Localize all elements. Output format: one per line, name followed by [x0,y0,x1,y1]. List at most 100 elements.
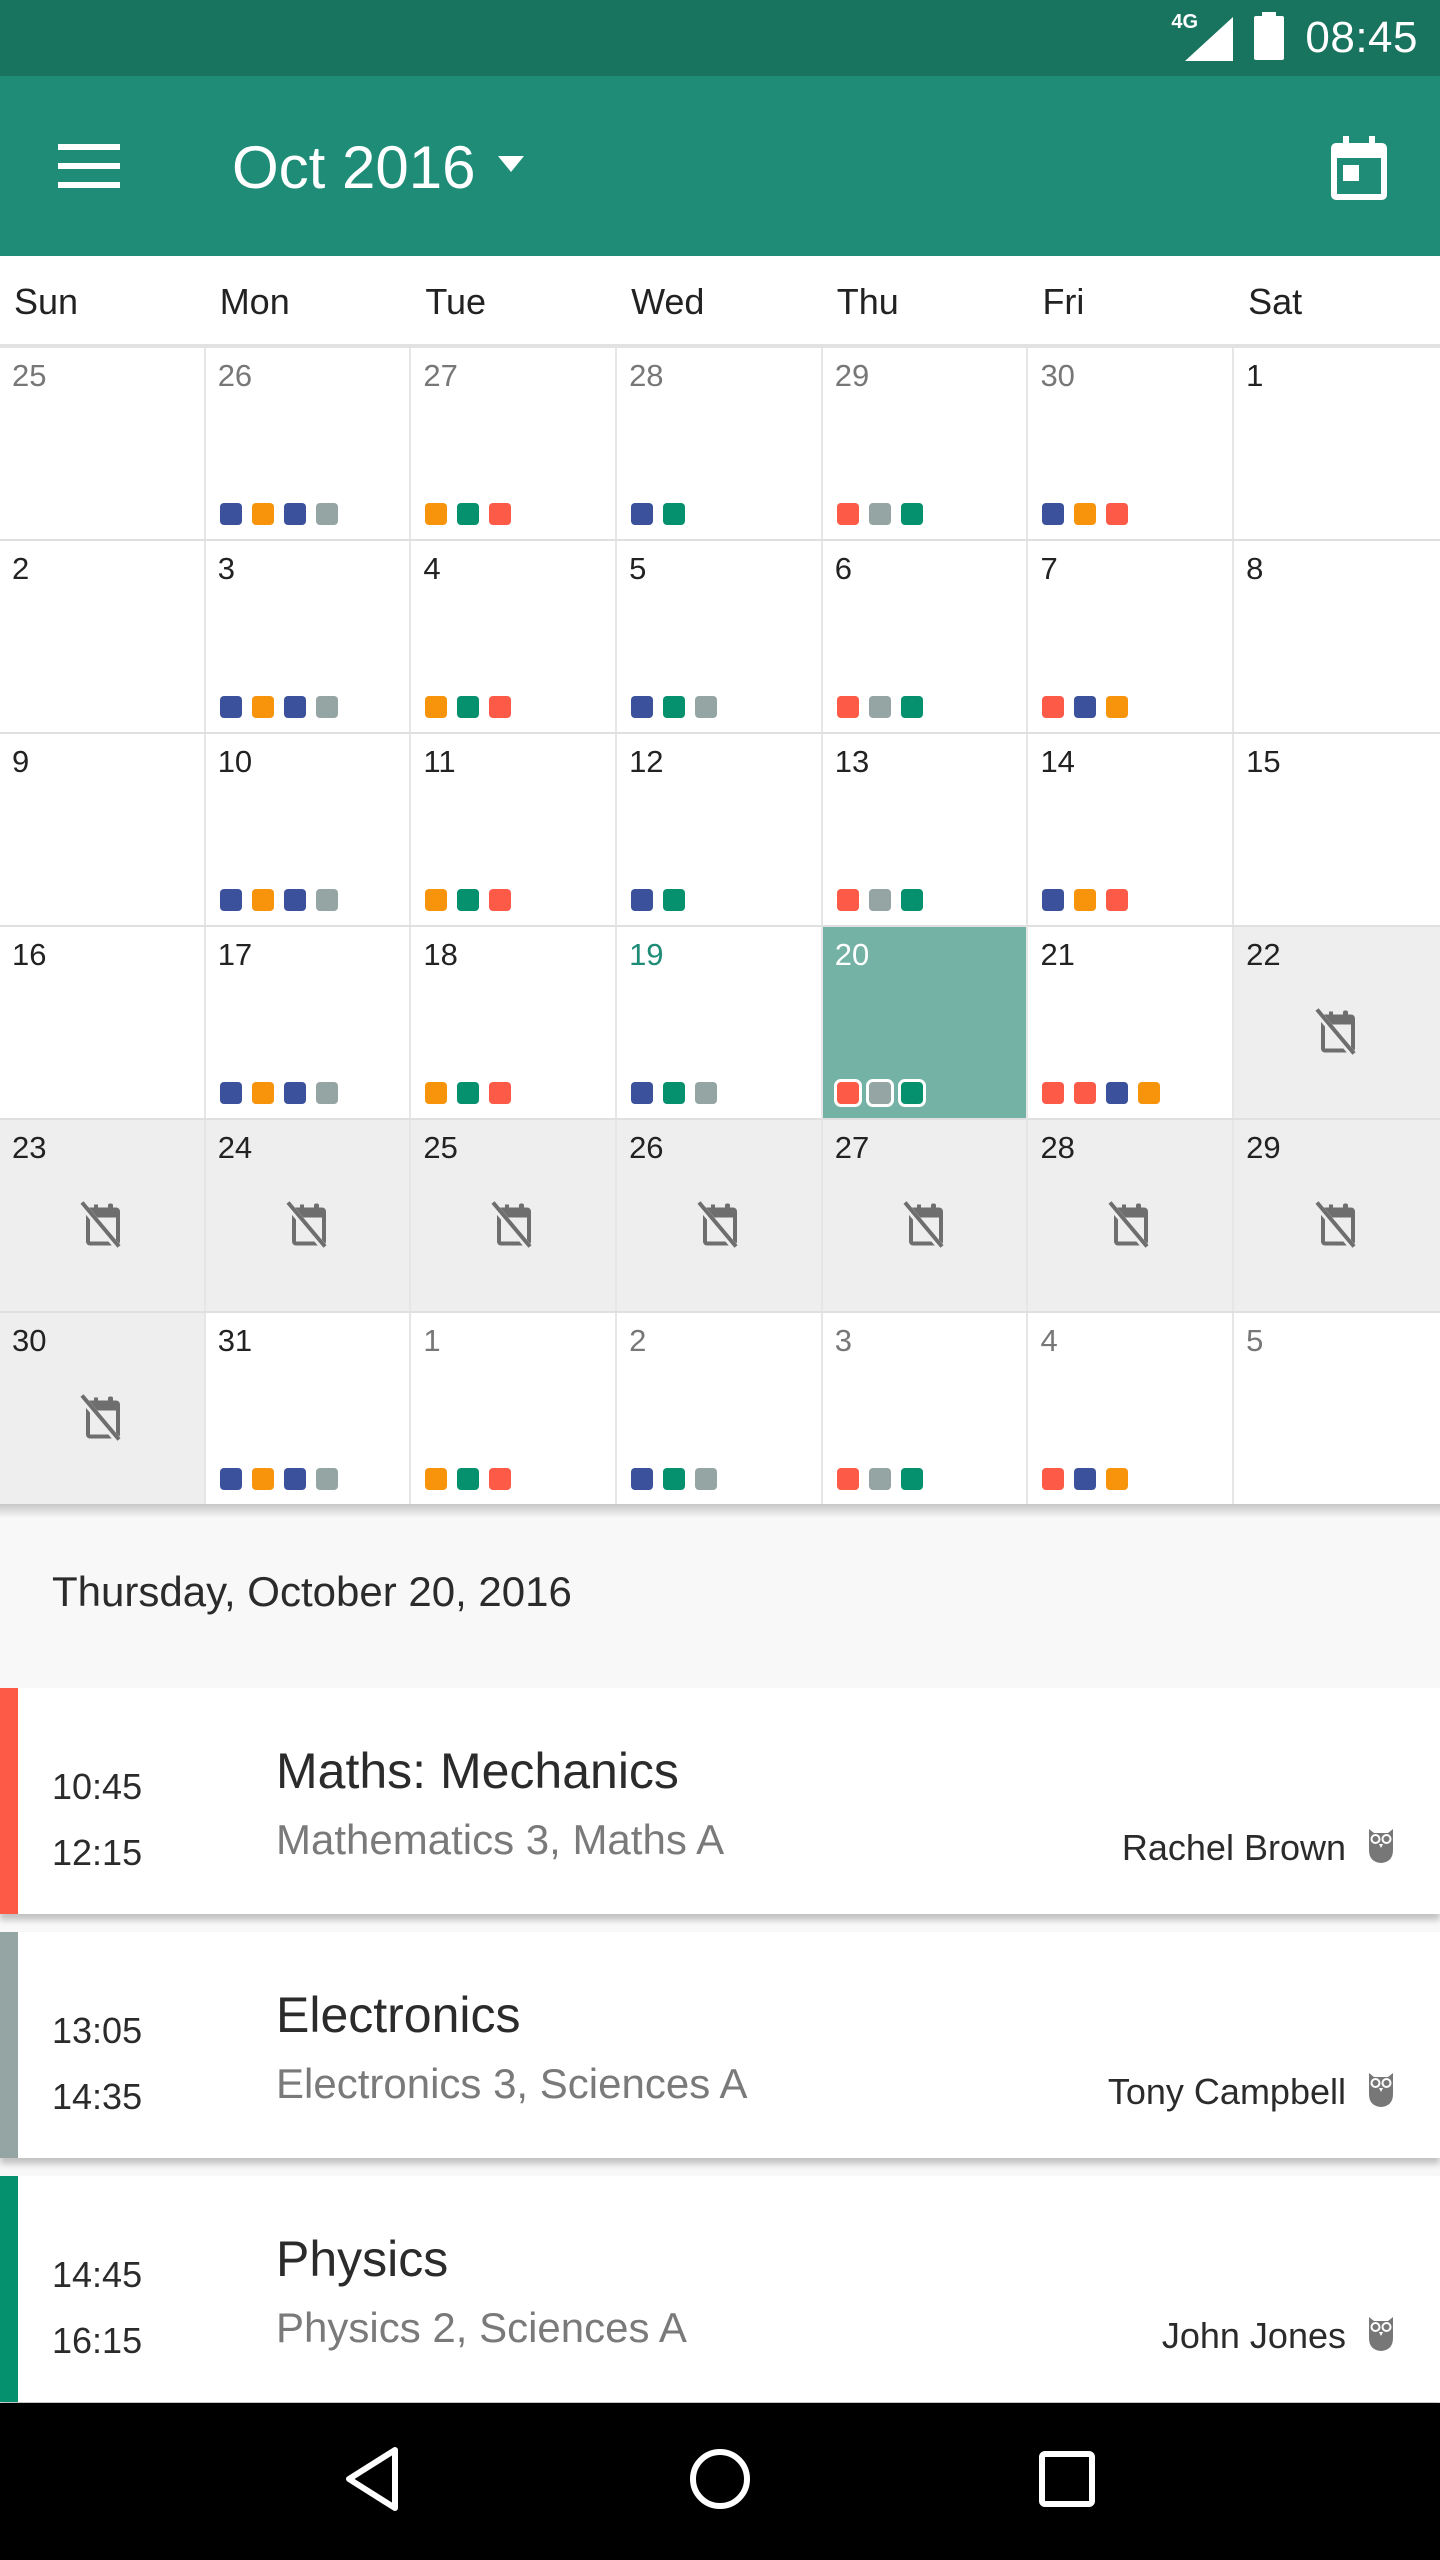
calendar-day-cell[interactable]: 6 [822,541,1029,732]
calendar-day-cell[interactable]: 5 [617,541,823,732]
calendar-day-cell[interactable]: 1 [1234,348,1440,539]
calendar-day-cell[interactable]: 25 [411,1120,618,1311]
event-dot-blue [219,696,242,718]
event-dot-teal [457,696,480,718]
calendar-day-cell[interactable]: 21 [1028,927,1235,1118]
calendar-day-cell[interactable]: 29 [1234,1120,1440,1311]
calendar-day-cell[interactable]: 25 [0,348,206,539]
calendar-day-cell[interactable]: 1 [411,1313,618,1504]
menu-button[interactable] [44,128,134,208]
calendar-day-cell[interactable]: 22 [1234,927,1440,1118]
calendar-week-row: 16 17 18 19 20 21 22 [0,927,1440,1120]
hamburger-menu-icon [58,143,120,193]
calendar-day-cell[interactable]: 23 [0,1120,206,1311]
day-number: 30 [1040,358,1075,393]
calendar-day-cell[interactable]: 29 [822,348,1029,539]
event-dot-orange [425,889,448,911]
event-dot-grey [695,1468,718,1490]
calendar-day-cell[interactable]: 3 [822,1313,1029,1504]
calendar-day-cell[interactable]: 4 [1028,1313,1235,1504]
calendar-day-cell[interactable]: 12 [617,734,823,925]
lesson-teacher: Tony Campbell [1108,2070,1396,2113]
calendar-day-cell[interactable]: 30 [1028,348,1235,539]
event-dot-grey [315,503,338,525]
calendar-day-cell[interactable]: 8 [1234,541,1440,732]
calendar-day-cell[interactable]: 27 [411,348,618,539]
battery-icon [1253,11,1285,65]
event-dot-blue [631,696,654,718]
calendar-day-cell[interactable]: 11 [411,734,618,925]
calendar-day-cell[interactable]: 28 [1028,1120,1235,1311]
event-dot-red [836,503,859,525]
event-dot-red [836,889,859,911]
calendar-day-cell[interactable]: 4 [411,541,618,732]
recents-button[interactable] [1012,2427,1122,2537]
calendar-day-cell[interactable]: 26 [617,1120,823,1311]
calendar-day-cell[interactable]: 20 [822,927,1029,1118]
back-button[interactable] [318,2427,428,2537]
calendar-day-cell[interactable]: 24 [205,1120,412,1311]
calendar-day-cell[interactable]: 16 [0,927,206,1118]
day-number: 19 [629,937,664,972]
calendar-day-cell[interactable]: 13 [822,734,1029,925]
lesson-group: Mathematics 3, Maths A [276,1816,725,1863]
day-number: 31 [217,1323,253,1358]
lesson-card[interactable]: 13:05 14:35 Electronics Electronics 3, Scie… [0,1932,1440,2158]
calendar-today-icon [1329,135,1389,207]
event-indicators [631,1082,718,1104]
event-dot-teal [900,1468,923,1490]
lesson-card[interactable]: 10:45 12:15 Maths: Mechanics Mathematics 3,… [0,1688,1440,1914]
calendar-day-cell[interactable]: 10 [205,734,412,925]
calendar-day-cell[interactable]: 9 [0,734,206,925]
owl-teacher-icon [1366,2314,1396,2357]
calendar-day-cell[interactable]: 2 [617,1313,823,1504]
no-events-icon [695,1199,743,1254]
home-button[interactable] [665,2427,775,2537]
lesson-card[interactable]: 14:45 16:15 Physics Physics 2, Sciences A Jo… [0,2176,1440,2402]
event-dot-grey [865,1079,894,1107]
calendar-day-cell[interactable]: 30 [0,1313,206,1504]
calendar-day-cell[interactable]: 31 [205,1313,412,1504]
event-dot-orange [251,1082,274,1104]
lesson-teacher: Rachel Brown [1122,1826,1396,1869]
calendar-day-cell[interactable]: 5 [1234,1313,1440,1504]
calendar-day-cell[interactable]: 18 [411,927,618,1118]
lesson-subject: Physics [276,2231,449,2287]
event-dot-orange [1074,503,1097,525]
event-dot-orange [1074,889,1097,911]
event-indicators [219,1082,338,1104]
weekday-label: Fri [1042,281,1085,322]
calendar-day-cell[interactable]: 17 [205,927,412,1118]
event-dot-grey [868,889,891,911]
event-dot-teal [457,1082,480,1104]
event-dot-grey [315,889,338,911]
month-selector[interactable]: Oct 2016 [232,132,524,202]
day-number: 29 [1246,1130,1281,1165]
owl-teacher-icon [1366,2070,1396,2113]
event-dot-teal [900,696,923,718]
event-dot-blue [283,889,306,911]
back-icon [345,2447,401,2516]
day-number: 21 [1040,937,1075,972]
go-to-today-button[interactable] [1314,126,1404,216]
lesson-group: Electronics 3, Sciences A [276,2060,748,2107]
lesson-subject: Electronics [276,1987,521,2043]
event-dot-red [1074,1082,1097,1104]
calendar-day-cell[interactable]: 7 [1028,541,1235,732]
calendar-day-cell[interactable]: 2 [0,541,206,732]
calendar-day-cell[interactable]: 26 [205,348,412,539]
calendar-day-cell[interactable]: 14 [1028,734,1235,925]
no-events-icon [78,1199,126,1254]
event-dot-blue [631,1082,654,1104]
calendar-day-cell[interactable]: 19 [617,927,823,1118]
calendar-day-cell[interactable]: 28 [617,348,823,539]
owl-teacher-icon [1366,1826,1396,1869]
event-indicators [425,889,512,911]
calendar-week-row: 25 26 27 28 29 30 1 [0,348,1440,541]
calendar-day-cell[interactable]: 15 [1234,734,1440,925]
day-number: 26 [217,358,253,393]
calendar-day-cell[interactable]: 3 [205,541,412,732]
calendar-day-cell[interactable]: 27 [822,1120,1029,1311]
day-number: 4 [423,551,441,586]
lesson-end-time: 16:15 [52,2320,143,2361]
